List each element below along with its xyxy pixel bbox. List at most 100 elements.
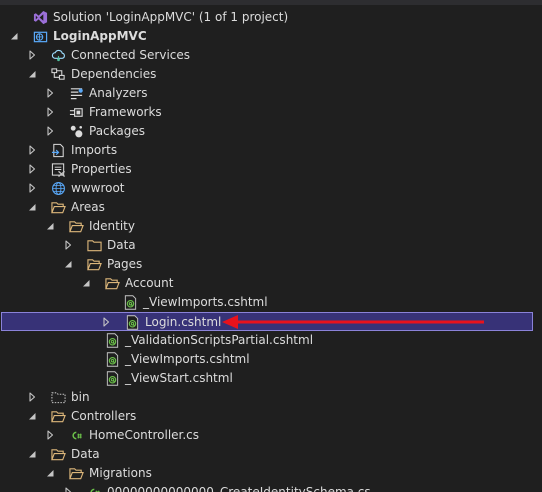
expanded-arrow-icon[interactable] <box>62 258 74 270</box>
tree-row-label: Properties <box>71 162 132 176</box>
tree-row-label: Packages <box>89 124 145 138</box>
tree-row-label: Imports <box>71 143 118 157</box>
expanded-arrow-icon[interactable] <box>44 220 56 232</box>
tree-row-connected-services[interactable]: Connected Services <box>0 46 542 65</box>
tree-row-label: _ViewStart.cshtml <box>125 371 233 385</box>
packages-icon <box>69 124 84 139</box>
expanded-arrow-icon[interactable] <box>80 277 92 289</box>
tree-row-label: _ViewImports.cshtml <box>125 352 250 366</box>
tree-row-controllers[interactable]: Controllers <box>0 407 542 426</box>
folder-open-icon <box>51 200 66 215</box>
collapsed-arrow-icon[interactable] <box>26 391 38 403</box>
tree-row-label: Dependencies <box>71 67 157 81</box>
frameworks-icon <box>69 105 84 120</box>
collapsed-arrow-icon[interactable] <box>26 163 38 175</box>
collapsed-arrow-icon[interactable] <box>26 144 38 156</box>
analyzers-icon <box>69 86 84 101</box>
expanded-arrow-icon[interactable] <box>8 30 20 42</box>
toolbar-edge <box>0 0 542 5</box>
imports-icon <box>51 143 66 158</box>
collapsed-arrow-icon[interactable] <box>26 182 38 194</box>
annotation-arrow <box>222 315 484 329</box>
tree-row-viewimports-cshtml[interactable]: _ViewImports.cshtml <box>0 350 542 369</box>
folder-open-icon <box>51 409 66 424</box>
razor-file-icon <box>123 295 138 310</box>
tree-row-dependencies[interactable]: Dependencies <box>0 65 542 84</box>
tree-row-viewstart-cshtml[interactable]: _ViewStart.cshtml <box>0 369 542 388</box>
collapsed-arrow-icon[interactable] <box>44 106 56 118</box>
tree-row-label: Controllers <box>71 409 137 423</box>
globe-icon <box>51 181 66 196</box>
expanded-arrow-icon[interactable] <box>26 68 38 80</box>
tree-row-wwwroot[interactable]: wwwroot <box>0 179 542 198</box>
collapsed-arrow-icon[interactable] <box>44 429 56 441</box>
tree-row-label: Identity <box>89 219 135 233</box>
tree-row-account[interactable]: Account <box>0 274 542 293</box>
tree-row-migrations[interactable]: Migrations <box>0 464 542 483</box>
tree-row-label: LoginAppMVC <box>53 29 147 43</box>
razor-file-icon <box>105 333 120 348</box>
tree-row-label: Data <box>107 238 136 252</box>
collapsed-arrow-icon[interactable] <box>44 87 56 99</box>
solution-explorer-tree: Solution 'LoginAppMVC' (1 of 1 project) L… <box>0 0 542 492</box>
tree-row-pages[interactable]: Pages <box>0 255 542 274</box>
tree-row-data[interactable]: Data <box>0 445 542 464</box>
tree-row-label: HomeController.cs <box>89 428 200 442</box>
expanded-arrow-icon[interactable] <box>44 467 56 479</box>
tree-row-label: Account <box>125 276 174 290</box>
tree-row-label: Data <box>71 447 100 461</box>
tree-row-label: Analyzers <box>89 86 148 100</box>
tree-row-packages[interactable]: Packages <box>0 122 542 141</box>
tree-row-loginappmvc[interactable]: LoginAppMVC <box>0 27 542 46</box>
tree-row-00000000000000-createidentityschema-cs[interactable]: 00000000000000_CreateIdentitySchema.cs <box>0 483 542 492</box>
csharp-file-icon <box>87 485 102 492</box>
tree-row-label: 00000000000000_CreateIdentitySchema.cs <box>107 485 371 492</box>
tree-row-frameworks[interactable]: Frameworks <box>0 103 542 122</box>
folder-open-icon <box>105 276 120 291</box>
razor-file-icon <box>125 315 140 330</box>
properties-icon <box>51 162 66 178</box>
connected-services-icon <box>51 48 66 63</box>
csharp-file-icon <box>69 428 84 443</box>
folder-open-icon <box>69 219 84 234</box>
tree-row-areas[interactable]: Areas <box>0 198 542 217</box>
tree-row-analyzers[interactable]: Analyzers <box>0 84 542 103</box>
tree-row-label: _ViewImports.cshtml <box>143 295 268 309</box>
project-icon <box>33 29 48 44</box>
solution-icon <box>33 10 48 25</box>
tree-row-label: Pages <box>107 257 143 271</box>
tree-row-label: Migrations <box>89 466 152 480</box>
tree-row-viewimports-cshtml[interactable]: _ViewImports.cshtml <box>0 293 542 312</box>
tree-row-label: wwwroot <box>71 181 125 195</box>
expanded-arrow-icon[interactable] <box>26 448 38 460</box>
tree-row-imports[interactable]: Imports <box>0 141 542 160</box>
tree-row-validationscriptspartial-cshtml[interactable]: _ValidationScriptsPartial.cshtml <box>0 331 542 350</box>
tree-row-properties[interactable]: Properties <box>0 160 542 179</box>
collapsed-arrow-icon[interactable] <box>100 316 112 328</box>
razor-file-icon <box>105 352 120 367</box>
tree-row-label: Connected Services <box>71 48 191 62</box>
expanded-arrow-icon[interactable] <box>26 201 38 213</box>
tree-row-label: bin <box>71 390 90 404</box>
folder-icon <box>87 238 102 253</box>
folder-open-icon <box>69 466 84 481</box>
tree-row-label: Areas <box>71 200 105 214</box>
folder-dashed-icon <box>51 390 66 405</box>
razor-file-icon <box>105 371 120 386</box>
tree-row-label: _ValidationScriptsPartial.cshtml <box>125 333 314 347</box>
tree-row-solution-loginappmvc-1-of-1-project[interactable]: Solution 'LoginAppMVC' (1 of 1 project) <box>0 8 542 27</box>
folder-open-icon <box>51 447 66 462</box>
collapsed-arrow-icon[interactable] <box>62 239 74 251</box>
tree-row-label: Solution 'LoginAppMVC' (1 of 1 project) <box>53 10 289 24</box>
tree-row-data[interactable]: Data <box>0 236 542 255</box>
tree-row-label: Login.cshtml <box>145 315 222 329</box>
tree-row-identity[interactable]: Identity <box>0 217 542 236</box>
folder-open-icon <box>87 257 102 272</box>
tree-row-bin[interactable]: bin <box>0 388 542 407</box>
collapsed-arrow-icon[interactable] <box>44 125 56 137</box>
tree-row-homecontroller-cs[interactable]: HomeController.cs <box>0 426 542 445</box>
collapsed-arrow-icon[interactable] <box>26 49 38 61</box>
dependencies-icon <box>51 67 66 82</box>
collapsed-arrow-icon[interactable] <box>62 486 74 492</box>
expanded-arrow-icon[interactable] <box>26 410 38 422</box>
